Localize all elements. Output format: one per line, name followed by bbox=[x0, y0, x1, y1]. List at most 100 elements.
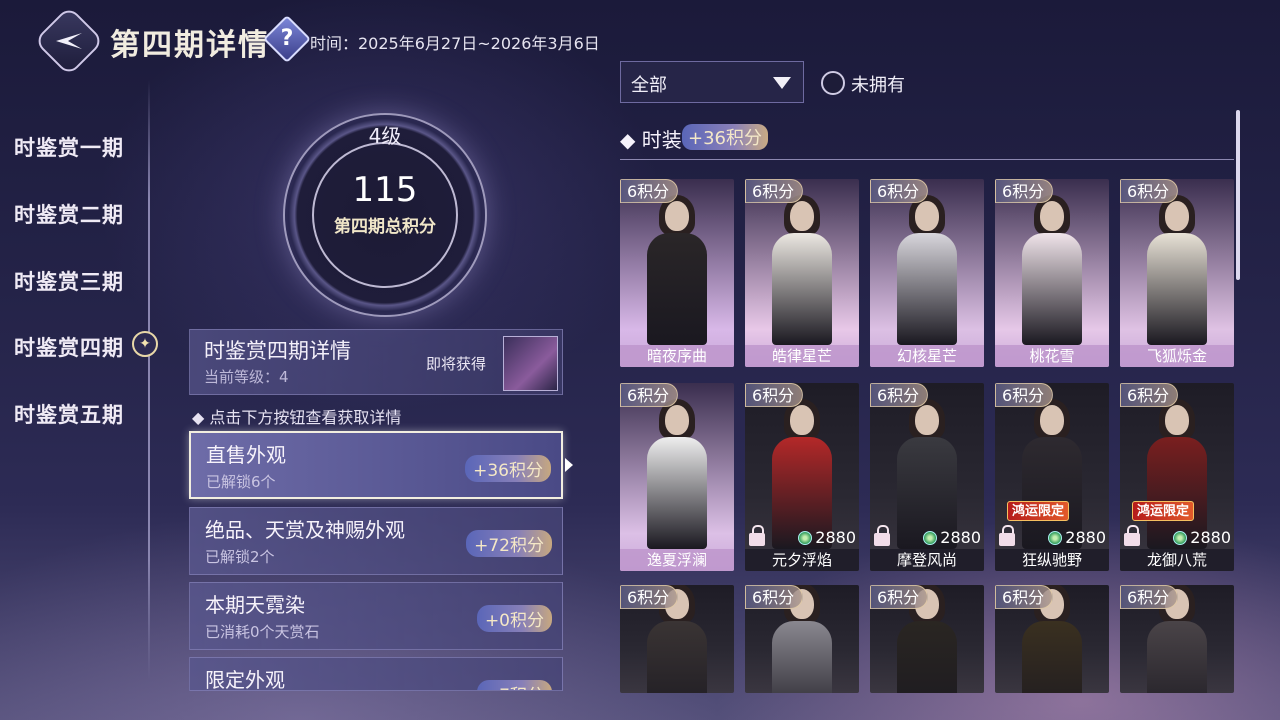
outfit-card[interactable]: 6积分飞狐烁金 bbox=[1120, 179, 1234, 367]
character-portrait bbox=[1017, 399, 1087, 549]
outfit-card[interactable]: 6积分皓律星芒 bbox=[745, 179, 859, 367]
outfit-card[interactable]: 6积分幻核星芒 bbox=[870, 179, 984, 367]
outfit-card[interactable]: 6积分 bbox=[1120, 585, 1234, 693]
outfit-name: 狂纵驰野 bbox=[995, 549, 1109, 571]
outfit-card[interactable]: 6积分 2880 元夕浮焰 bbox=[745, 383, 859, 571]
points-badge: 6积分 bbox=[620, 383, 679, 407]
help-button[interactable]: ? bbox=[262, 14, 312, 64]
lock-icon bbox=[873, 525, 891, 547]
points-badge: 6积分 bbox=[1120, 179, 1179, 203]
period-info-title: 时鉴赏四期详情 bbox=[204, 339, 351, 363]
outfit-card[interactable]: 6积分桃花雪 bbox=[995, 179, 1109, 367]
category-title: 限定外观 bbox=[205, 668, 285, 691]
section-divider bbox=[620, 159, 1234, 160]
jade-coin-icon bbox=[1048, 531, 1063, 545]
outfit-price: 2880 bbox=[1173, 528, 1231, 547]
outfit-price: 2880 bbox=[923, 528, 981, 547]
lock-icon bbox=[998, 525, 1016, 547]
character-portrait bbox=[892, 195, 962, 345]
outfit-card[interactable]: 6积分 bbox=[745, 585, 859, 693]
character-portrait bbox=[892, 399, 962, 549]
section-title: ◆ 时装 bbox=[620, 128, 682, 152]
outfit-name: 龙御八荒 bbox=[1120, 549, 1234, 571]
category-points: +7积分 bbox=[476, 680, 552, 690]
filter-selected: 全部 bbox=[631, 75, 667, 96]
lock-icon bbox=[748, 525, 766, 547]
question-icon: ? bbox=[280, 26, 294, 51]
category-direct-sale[interactable]: 直售外观 已解锁6个 +36积分 bbox=[189, 431, 563, 499]
outfit-card[interactable]: 6积分逸夏浮澜 bbox=[620, 383, 734, 571]
category-dye[interactable]: 本期天霓染 已消耗0个天赏石 +0积分 bbox=[189, 582, 563, 650]
character-portrait bbox=[767, 195, 837, 345]
jade-coin-icon bbox=[1173, 531, 1188, 545]
outfit-name: 逸夏浮澜 bbox=[620, 549, 734, 571]
points-badge: 6积分 bbox=[995, 585, 1054, 609]
category-title: 绝品、天赏及神赐外观 bbox=[205, 518, 405, 542]
points-badge: 6积分 bbox=[745, 383, 804, 407]
limited-tag: 鸿运限定 bbox=[1007, 501, 1070, 521]
outfit-card[interactable]: 6积分 bbox=[995, 585, 1109, 693]
category-title: 本期天霓染 bbox=[205, 593, 305, 617]
points-badge: 6积分 bbox=[870, 585, 929, 609]
nav-item-period-5[interactable]: 时鉴赏五期 bbox=[14, 399, 124, 429]
category-title: 直售外观 bbox=[206, 443, 286, 467]
character-portrait bbox=[642, 399, 712, 549]
outfit-name: 元夕浮焰 bbox=[745, 549, 859, 571]
dropdown-triangle-icon bbox=[773, 77, 791, 89]
points-badge: 6积分 bbox=[870, 383, 929, 407]
outfit-card[interactable]: 6积分 bbox=[870, 585, 984, 693]
outfit-name: 暗夜序曲 bbox=[620, 345, 734, 367]
outfit-name: 摩登风尚 bbox=[870, 549, 984, 571]
upcoming-reward-label: 即将获得 bbox=[426, 355, 487, 373]
outfit-card[interactable]: 6积分 2880 摩登风尚 bbox=[870, 383, 984, 571]
points-badge: 6积分 bbox=[995, 383, 1054, 407]
category-points: +0积分 bbox=[476, 605, 552, 632]
category-points: +36积分 bbox=[465, 455, 551, 482]
category-limited[interactable]: 限定外观 +7积分 bbox=[189, 657, 563, 691]
outfit-card[interactable]: 6积分 bbox=[620, 585, 734, 693]
outfit-price: 2880 bbox=[798, 528, 856, 547]
points-badge: 6积分 bbox=[745, 179, 804, 203]
category-subtitle: 已解锁2个 bbox=[205, 548, 275, 566]
character-portrait bbox=[767, 399, 837, 549]
current-level: 当前等级：4 bbox=[204, 368, 289, 386]
jade-coin-icon bbox=[798, 531, 813, 545]
points-badge: 6积分 bbox=[995, 179, 1054, 203]
outfit-card[interactable]: 6积分鸿运限定 2880 龙御八荒 bbox=[1120, 383, 1234, 571]
hint-text: ◆ 点击下方按钮查看获取详情 bbox=[192, 408, 402, 427]
category-points: +72积分 bbox=[466, 530, 552, 557]
unowned-radio[interactable] bbox=[821, 71, 845, 95]
page-title: 第四期详情 bbox=[110, 28, 270, 63]
back-button[interactable] bbox=[33, 5, 105, 77]
selected-arrow-icon bbox=[565, 458, 573, 472]
outfit-card[interactable]: 6积分暗夜序曲 bbox=[620, 179, 734, 367]
back-arrow-icon bbox=[56, 33, 82, 49]
points-badge: 6积分 bbox=[620, 585, 679, 609]
active-indicator-icon: ✦ bbox=[132, 331, 158, 357]
category-subtitle: 已消耗0个天赏石 bbox=[205, 623, 320, 641]
outfit-name: 桃花雪 bbox=[995, 345, 1109, 367]
points-badge: 6积分 bbox=[1120, 383, 1179, 407]
upcoming-reward-icon[interactable] bbox=[503, 336, 558, 391]
category-premium[interactable]: 绝品、天赏及神赐外观 已解锁2个 +72积分 bbox=[189, 507, 563, 575]
unowned-label[interactable]: 未拥有 bbox=[851, 71, 905, 97]
lock-icon bbox=[1123, 525, 1141, 547]
character-portrait bbox=[1142, 195, 1212, 345]
character-portrait bbox=[1142, 399, 1212, 549]
outfit-card[interactable]: 6积分鸿运限定 2880 狂纵驰野 bbox=[995, 383, 1109, 571]
outfit-name: 幻核星芒 bbox=[870, 345, 984, 367]
filter-dropdown[interactable]: 全部 bbox=[620, 61, 804, 103]
outfit-price: 2880 bbox=[1048, 528, 1106, 547]
points-badge: 6积分 bbox=[745, 585, 804, 609]
points-badge: 6积分 bbox=[870, 179, 929, 203]
nav-item-period-4[interactable]: 时鉴赏四期 bbox=[14, 332, 124, 362]
limited-tag: 鸿运限定 bbox=[1132, 501, 1195, 521]
points-badge: 6积分 bbox=[1120, 585, 1179, 609]
nav-item-period-3[interactable]: 时鉴赏三期 bbox=[14, 266, 124, 296]
character-portrait bbox=[642, 195, 712, 345]
outfit-name: 皓律星芒 bbox=[745, 345, 859, 367]
points-badge: 6积分 bbox=[620, 179, 679, 203]
character-portrait bbox=[1017, 195, 1087, 345]
scrollbar[interactable] bbox=[1236, 110, 1240, 280]
outfit-name: 飞狐烁金 bbox=[1120, 345, 1234, 367]
